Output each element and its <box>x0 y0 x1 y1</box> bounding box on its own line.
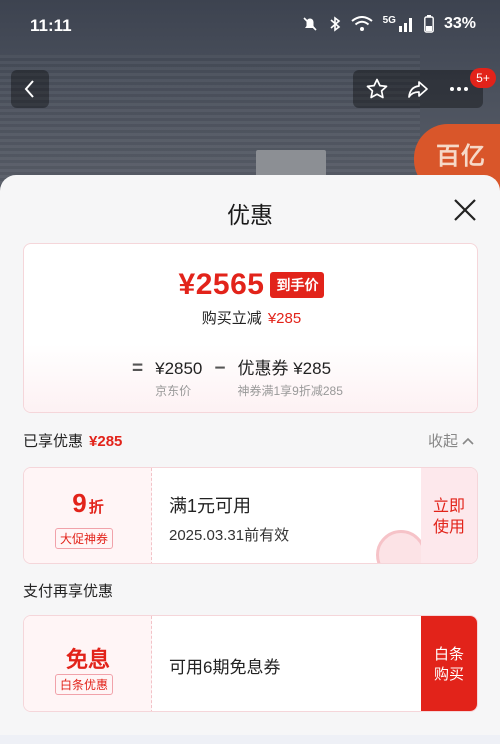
wifi-icon <box>351 16 373 31</box>
coupon-type-tag: 大促神券 <box>55 528 114 549</box>
instant-discount-row: 购买立减 ¥285 <box>24 307 477 328</box>
status-time: 11:11 <box>30 16 72 35</box>
baitiao-buy-button[interactable]: 白条购买 <box>421 616 477 711</box>
use-now-button[interactable]: 立即使用 <box>421 468 477 563</box>
final-price-row: ¥2565 到手价 <box>24 268 477 302</box>
coupon-validity: 2025.03.31前有效 <box>169 527 290 544</box>
jd-price-label: 京东价 <box>155 384 192 398</box>
chevron-left-icon <box>24 80 34 98</box>
enjoyed-label: 已享优惠 <box>23 433 84 450</box>
back-button[interactable] <box>11 70 49 108</box>
jd-price: ¥2850 <box>155 359 203 378</box>
status-bar: 11:11 5G 33% <box>0 0 500 52</box>
share-icon[interactable] <box>406 77 430 101</box>
coupon-discount: 9折 <box>24 488 152 519</box>
baitiao-buy-label: 白条购买 <box>433 645 464 683</box>
close-icon[interactable] <box>452 197 478 223</box>
coupon-price-item: 优惠券 ¥285 神券满1享9折减285 <box>238 358 343 399</box>
minus-sign: − <box>214 358 226 379</box>
price-summary-card: ¥2565 到手价 购买立减 ¥285 = ¥2850 京东价 − 优惠券 ¥28… <box>23 243 478 413</box>
final-price: ¥2565 <box>178 268 265 301</box>
coupon-card: 9折 大促神券 满1元可用 2025.03.31前有效 立即使用 <box>23 467 478 564</box>
interest-free-tag: 白条优惠 <box>55 674 114 695</box>
interest-free-desc: 可用6期免息券 <box>169 658 281 677</box>
status-icons: 5G 33% <box>301 15 476 33</box>
battery-percent: 33% <box>443 15 476 32</box>
jd-price-item: ¥2850 京东价 <box>155 358 202 399</box>
final-price-tag: 到手价 <box>270 272 325 298</box>
bottom-strip <box>0 735 500 744</box>
bluetooth-icon <box>330 16 340 32</box>
interest-free-panel: 免息 白条优惠 <box>24 616 152 711</box>
equals-sign: = <box>132 358 144 379</box>
promo-badge-text: 百亿 <box>436 143 486 170</box>
coupon-price-desc: 神券满1享9折减285 <box>237 384 343 398</box>
sheet-title: 优惠 <box>227 202 273 228</box>
message-badge: 5+ <box>470 68 496 88</box>
coupon-price: 优惠券 ¥285 <box>237 359 332 378</box>
interest-free-card: 免息 白条优惠 可用6期免息券 白条购买 <box>23 615 478 712</box>
mute-bell-icon <box>303 17 317 31</box>
chevron-up-icon <box>462 437 474 445</box>
pay-more-header: 支付再享优惠 <box>23 583 114 600</box>
coupon-value-panel: 9折 大促神券 <box>24 468 152 563</box>
network-type: 5G <box>382 14 396 26</box>
coupon-discount-unit: 折 <box>88 499 104 516</box>
enjoyed-amount: ¥285 <box>89 433 123 450</box>
signal-icon <box>398 18 412 32</box>
discount-sheet: 优惠 ¥2565 到手价 购买立减 ¥285 = ¥2850 京东价 − 优惠券 … <box>0 175 500 744</box>
star-icon[interactable] <box>365 77 389 101</box>
use-now-label: 立即使用 <box>432 497 465 536</box>
coupon-discount-number: 9 <box>72 488 87 518</box>
top-actions <box>353 70 483 108</box>
more-icon[interactable] <box>447 77 471 101</box>
collapse-label: 收起 <box>428 433 459 450</box>
instant-discount-label: 购买立减 <box>201 310 262 327</box>
battery-icon <box>424 15 434 33</box>
coupon-details: 满1元可用 2025.03.31前有效 <box>169 492 289 545</box>
enjoyed-discount-header: 已享优惠 ¥285 <box>23 430 122 451</box>
received-stamp-icon <box>376 530 426 563</box>
instant-discount-amount: ¥285 <box>267 310 302 327</box>
price-calculation: = ¥2850 京东价 − 优惠券 ¥285 神券满1享9折减285 <box>132 358 343 399</box>
collapse-toggle[interactable]: 收起 <box>428 430 474 451</box>
interest-free-title: 免息 <box>65 647 110 672</box>
coupon-condition: 满1元可用 <box>169 496 252 516</box>
